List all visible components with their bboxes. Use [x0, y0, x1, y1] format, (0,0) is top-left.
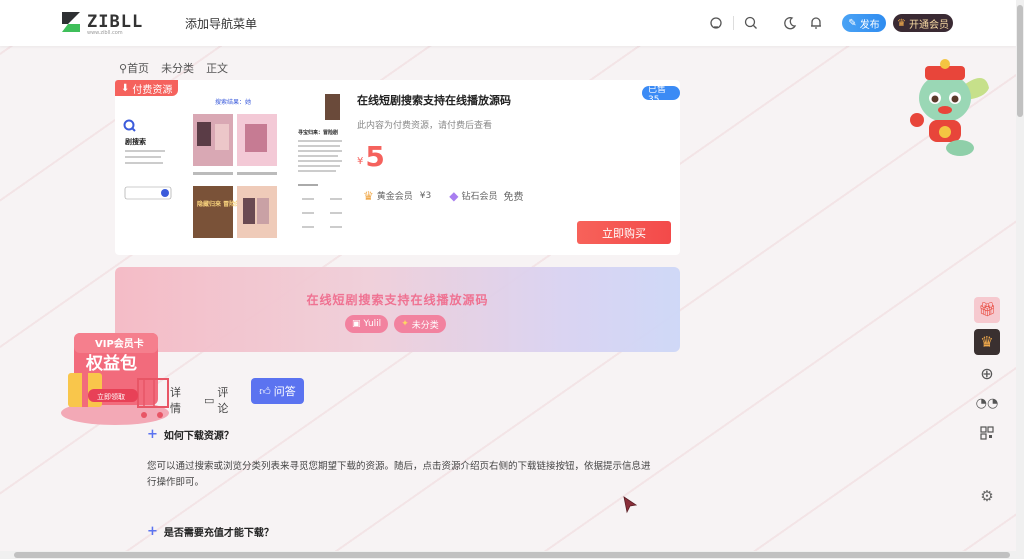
breadcrumb-home[interactable]: ⚲首页 — [119, 60, 149, 76]
thumb-right-title: 寻宝归来：冒险剧 — [298, 129, 338, 136]
plus-circle-icon: ⊕ — [980, 363, 994, 383]
diamond-icon: ◆ — [449, 188, 459, 203]
open-vip-label: 开通会员 — [908, 19, 949, 31]
header-divider — [733, 16, 734, 30]
product-price: ¥ 5 — [357, 143, 385, 171]
qrcode-float-button[interactable] — [974, 420, 1000, 446]
download-icon: ⬇ — [121, 82, 130, 94]
paid-resource-tag-label: 付费资源 — [132, 84, 173, 96]
plus-icon: + — [147, 524, 158, 539]
member-prices: ♛ 黄金会员 ¥3 ◆ 钻石会员 免费 — [363, 188, 524, 204]
thumbs-up-icon: 👍︎ — [259, 384, 271, 398]
diamond-member-price: ◆ 钻石会员 免费 — [449, 188, 524, 204]
logo-text: ZIBLL — [87, 12, 144, 32]
breadcrumb: ⚲首页 未分类 正文 — [119, 60, 228, 76]
faq-answer: 您可以通过搜索或浏览分类列表来寻觅您期望下载的资源。随后，点击资源介绍页右侧的下… — [147, 461, 651, 488]
gift-icon: 🎁︎ — [978, 302, 996, 318]
sold-count-badge: 已售 35 — [642, 85, 680, 105]
thumbnail-side-panel: 寻宝归来：冒险剧 — [298, 94, 345, 249]
breadcrumb-current: 正文 — [206, 62, 229, 75]
author-tag[interactable]: ▣ Yulil — [345, 315, 389, 333]
gift-float-button[interactable]: 🎁︎ — [974, 297, 1000, 323]
author-avatar-icon: ▣ — [352, 319, 361, 329]
mascot-dragon-icon — [910, 59, 989, 156]
wechat-float-button[interactable]: ◔◔ — [974, 390, 1000, 416]
site-logo[interactable]: ZIBLL www.zibll.com — [60, 10, 144, 36]
gold-member-label: 黄金会员 — [376, 192, 413, 202]
thumb-search-label: 剧搜索 — [125, 137, 146, 146]
category-tag[interactable]: ✦ 未分类 — [394, 315, 446, 333]
tab-qa-label: 问答 — [273, 385, 296, 398]
qrcode-icon — [980, 426, 994, 440]
diamond-member-label: 钻石会员 — [461, 192, 498, 202]
thumb-title: 搜索结果：她 — [215, 98, 251, 106]
paid-resource-card: 搜索结果：她 剧搜索 隐藏归来 冒险的你 寻宝归来：冒险剧 ⬇ 付费资源 在线短… — [115, 80, 680, 255]
search-icon[interactable] — [742, 14, 760, 32]
nav-add-menu-link[interactable]: 添加导航菜单 — [185, 15, 257, 32]
post-title-banner: 在线短剧搜索支持在线播放源码 ▣ Yulil ✦ 未分类 — [115, 267, 680, 352]
mascot-decoration — [905, 58, 995, 158]
settings-float-button[interactable]: ⚙ — [974, 483, 1000, 509]
faq-question-text: 如何下载资源？ — [163, 431, 234, 442]
gear-icon: ⚙ — [980, 487, 994, 505]
author-tag-label: Yulil — [363, 319, 382, 329]
vip-float-button[interactable]: ♛ — [974, 329, 1000, 355]
comment-icon: ▭ — [204, 393, 215, 407]
location-pin-icon: ⚲ — [119, 62, 128, 75]
horizontal-scrollbar-thumb[interactable] — [14, 552, 1010, 558]
banner-title: 在线短剧搜索支持在线播放源码 — [306, 293, 489, 307]
breadcrumb-category[interactable]: 未分类 — [161, 60, 194, 76]
crown-icon: ♛ — [980, 333, 994, 351]
faq-question[interactable]: + 是否需要充值才能下载？ — [147, 524, 274, 539]
buy-now-button[interactable]: 立即购买 — [577, 221, 671, 244]
price-currency: ¥ — [357, 156, 364, 167]
faq-question[interactable]: + 如何下载资源？ — [147, 427, 234, 442]
vip-promo-widget[interactable]: VIP会员卡 权益包 立即领取 — [60, 325, 175, 427]
vip-promo-cta: 立即领取 — [97, 392, 125, 401]
vip-gift-box-graphic: VIP会员卡 权益包 立即领取 — [61, 333, 169, 425]
publish-label: 发布 — [859, 19, 880, 31]
site-header: ZIBLL www.zibll.com 添加导航菜单 ✎ 发布 ♛ 开通会员 — [0, 0, 1016, 46]
price-value: 5 — [365, 140, 385, 173]
open-vip-button[interactable]: ♛ 开通会员 — [893, 14, 953, 32]
theme-icon[interactable] — [707, 14, 725, 32]
paid-resource-tag: ⬇ 付费资源 — [115, 80, 179, 96]
logo-mark-icon — [62, 12, 80, 32]
moon-icon[interactable] — [781, 14, 799, 32]
gold-member-price: ♛ 黄金会员 ¥3 — [363, 189, 431, 203]
thumbnail-side-screenshot: 寻宝归来：冒险剧 — [298, 94, 342, 228]
product-description: 此内容为付费资源，请付费后查看 — [357, 121, 493, 131]
gold-member-value: ¥3 — [419, 190, 432, 201]
category-tag-label: 未分类 — [411, 320, 439, 331]
logo-subtext: www.zibll.com — [87, 30, 123, 36]
vip-promo-line2: 权益包 — [85, 353, 137, 374]
mouse-cursor-icon — [623, 496, 637, 514]
gold-crown-icon: ♛ — [363, 188, 374, 203]
diamond-member-value: 免费 — [503, 192, 524, 203]
tab-comments[interactable]: ▭ 评论 — [204, 384, 228, 416]
publish-button[interactable]: ✎ 发布 — [842, 14, 886, 32]
tab-qa[interactable]: 👍︎ 问答 — [251, 378, 304, 404]
bell-icon[interactable] — [807, 14, 825, 32]
pencil-icon: ✎ — [848, 17, 857, 29]
faq-question-text: 是否需要充值才能下载？ — [163, 528, 274, 539]
plus-icon: + — [147, 427, 158, 442]
add-float-button[interactable]: ⊕ — [974, 360, 1000, 386]
banner-tags: ▣ Yulil ✦ 未分类 — [345, 315, 446, 333]
tab-comments-label: 评论 — [217, 386, 229, 415]
vertical-scrollbar-thumb[interactable] — [1017, 5, 1023, 117]
product-title: 在线短剧搜索支持在线播放源码 — [357, 94, 511, 107]
wechat-icon: ◔◔ — [975, 395, 999, 411]
vip-promo-line1: VIP会员卡 — [95, 337, 144, 350]
star-icon: ✦ — [401, 319, 409, 329]
crown-icon: ♛ — [897, 17, 906, 29]
